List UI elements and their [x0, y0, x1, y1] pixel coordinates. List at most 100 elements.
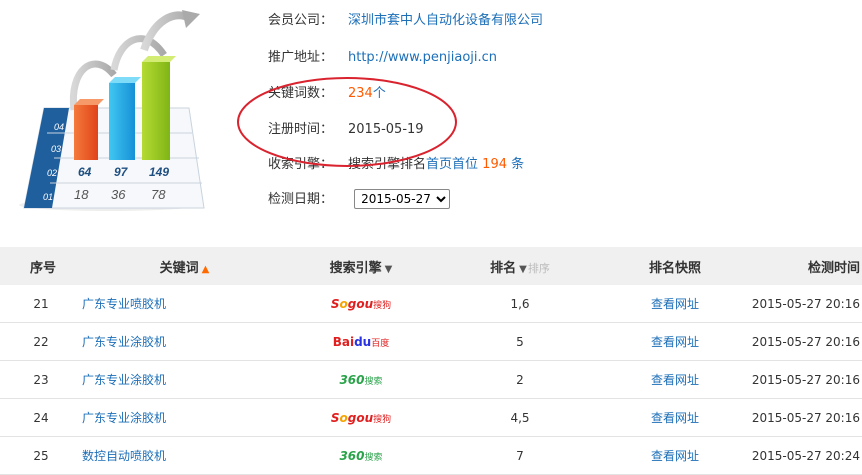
keyword-link[interactable]: 广东专业涂胶机 — [82, 411, 166, 425]
keyword-link[interactable]: 广东专业涂胶机 — [82, 373, 166, 387]
row-label: 01 — [43, 192, 53, 202]
row-label: 03 — [51, 144, 61, 154]
url-link[interactable]: http://www.penjiaoji.cn — [348, 47, 497, 69]
table-row: 23 广东专业涂胶机 360搜索 2 查看网址 2015-05-27 20:16 — [0, 361, 862, 399]
row-time: 2015-05-27 20:16 — [751, 334, 860, 349]
row-snapshot: 查看网址 — [605, 409, 745, 426]
table-row: 22 广东专业涂胶机 Baidu百度 5 查看网址 2015-05-27 20:16 — [0, 323, 862, 361]
table-row: 25 数控自动喷胶机 360搜索 7 查看网址 2015-05-27 20:24 — [0, 437, 862, 475]
logo-cn: 搜狗 — [373, 414, 392, 425]
header-rank[interactable]: 排名 ▼排序 — [435, 257, 605, 276]
reg-label: 注册时间： — [268, 122, 334, 137]
row-index: 22 — [33, 334, 49, 349]
row-engine: 360搜索 — [287, 449, 435, 463]
row-rank: 1,6 — [510, 296, 530, 311]
date-select[interactable]: 2015-05-27 — [354, 189, 451, 209]
company-link[interactable]: 深圳市套中人自动化设备有限公司 — [348, 10, 543, 32]
top-value: 149 — [149, 165, 169, 179]
keyword-link[interactable]: 数控自动喷胶机 — [82, 449, 166, 463]
table-row: 24 广东专业涂胶机 Sogou搜狗 4,5 查看网址 2015-05-27 20:16 — [0, 399, 862, 437]
ranking-table: 序号 关键词 ▲ 搜索引擎 ▼ 排名 ▼排序 排名快照 检测时间 21 广东专业喷胶机 S… — [0, 247, 862, 475]
row-time: 2015-05-27 20:16 — [751, 410, 860, 425]
logo-cn: 搜狗 — [373, 300, 392, 311]
logo-text: S — [330, 296, 340, 311]
top-value: 97 — [114, 165, 129, 179]
header-engine[interactable]: 搜索引擎 ▼ — [287, 257, 435, 276]
row-snapshot: 查看网址 — [605, 333, 745, 350]
snapshot-link[interactable]: 查看网址 — [651, 411, 699, 425]
row-snapshot: 查看网址 — [605, 447, 745, 464]
snapshot-link[interactable]: 查看网址 — [651, 335, 699, 349]
header-time: 检测时间 — [807, 260, 860, 276]
row-keyword: 广东专业涂胶机 — [82, 333, 287, 350]
row-keyword: 数控自动喷胶机 — [82, 447, 287, 464]
engine-text: 搜索引擎排名 — [348, 157, 427, 172]
row-keyword: 广东专业涂胶机 — [82, 371, 287, 388]
engine-link[interactable]: 首页首位 — [426, 157, 478, 172]
table-header: 序号 关键词 ▲ 搜索引擎 ▼ 排名 ▼排序 排名快照 检测时间 — [0, 247, 862, 285]
company-label: 会员公司： — [268, 13, 334, 28]
logo-cn: 百度 — [371, 338, 390, 349]
logo-o: o — [339, 296, 348, 311]
baidu-logo-icon: Baidu百度 — [333, 335, 390, 349]
snapshot-link[interactable]: 查看网址 — [651, 449, 699, 463]
row-keyword: 广东专业喷胶机 — [82, 295, 287, 312]
reg-value: 2015-05-19 — [348, 122, 424, 137]
row-engine: Sogou搜狗 — [287, 297, 435, 311]
sort-down-icon: ▼ — [519, 263, 527, 275]
summary-section: 04 03 02 01 64 97 149 18 36 78 会员公司： 深圳市套… — [0, 0, 862, 245]
logo-cn: 搜索 — [364, 452, 383, 463]
keyword-count-value: 234 — [348, 86, 373, 101]
keyword-link[interactable]: 广东专业涂胶机 — [82, 335, 166, 349]
sort-down-icon: ▼ — [384, 263, 393, 275]
logo-text: Bai — [332, 334, 355, 349]
row-keyword: 广东专业涂胶机 — [82, 409, 287, 426]
header-engine-label: 搜索引擎 — [329, 260, 382, 276]
360-logo-icon: 360搜索 — [339, 449, 382, 463]
row-snapshot: 查看网址 — [605, 295, 745, 312]
reg-row: 注册时间： 2015-05-19 — [268, 119, 424, 141]
keyword-link[interactable]: 广东专业喷胶机 — [82, 297, 166, 311]
keyword-count-unit: 个 — [372, 86, 386, 101]
bar-chart-illustration: 04 03 02 01 64 97 149 18 36 78 — [19, 10, 205, 211]
url-row: 推广地址： http://www.penjiaoji.cn — [268, 47, 497, 69]
keyword-count-row: 关键词数： 234个 — [268, 83, 386, 105]
url-label: 推广地址： — [268, 50, 334, 65]
snapshot-link[interactable]: 查看网址 — [651, 297, 699, 311]
header-index: 序号 — [30, 260, 57, 276]
engine-label: 收索引擎： — [268, 157, 334, 172]
logo-cn: 搜索 — [364, 376, 383, 387]
logo-text2: gou — [347, 410, 374, 425]
logo-text: S — [330, 410, 340, 425]
row-index: 25 — [33, 448, 49, 463]
logo-o: o — [339, 410, 348, 425]
row-index: 23 — [33, 372, 49, 387]
row-rank: 4,5 — [510, 410, 530, 425]
company-row: 会员公司： 深圳市套中人自动化设备有限公司 — [268, 10, 543, 32]
row-label: 04 — [54, 122, 64, 132]
row-rank: 2 — [516, 372, 524, 387]
header-rank-label: 排名 — [490, 260, 517, 276]
logo-text: 360 — [339, 372, 365, 387]
engine-row: 收索引擎： 搜索引擎排名首页首位 194 条 — [268, 154, 524, 176]
row-engine: Sogou搜狗 — [287, 411, 435, 425]
snapshot-link[interactable]: 查看网址 — [651, 373, 699, 387]
top-value: 64 — [78, 165, 92, 179]
row-time: 2015-05-27 20:16 — [751, 372, 860, 387]
header-keyword[interactable]: 关键词 ▲ — [82, 257, 287, 276]
bottom-value: 78 — [151, 187, 166, 202]
bottom-value: 36 — [111, 187, 126, 202]
engine-unit: 条 — [511, 157, 525, 172]
table-body: 21 广东专业喷胶机 Sogou搜狗 1,6 查看网址 2015-05-27 20:16 2… — [0, 285, 862, 475]
sort-up-icon: ▲ — [201, 263, 210, 275]
row-engine: 360搜索 — [287, 373, 435, 387]
logo-text: 360 — [339, 448, 365, 463]
header-snapshot: 排名快照 — [648, 260, 701, 276]
keyword-count-label: 关键词数： — [268, 86, 334, 101]
row-time: 2015-05-27 20:24 — [751, 448, 860, 463]
date-label: 检测日期： — [268, 192, 334, 207]
engine-count: 194 — [482, 157, 507, 172]
header-rank-sort: 排序 — [527, 261, 550, 275]
sogou-logo-icon: Sogou搜狗 — [331, 297, 391, 311]
table-row: 21 广东专业喷胶机 Sogou搜狗 1,6 查看网址 2015-05-27 20:16 — [0, 285, 862, 323]
